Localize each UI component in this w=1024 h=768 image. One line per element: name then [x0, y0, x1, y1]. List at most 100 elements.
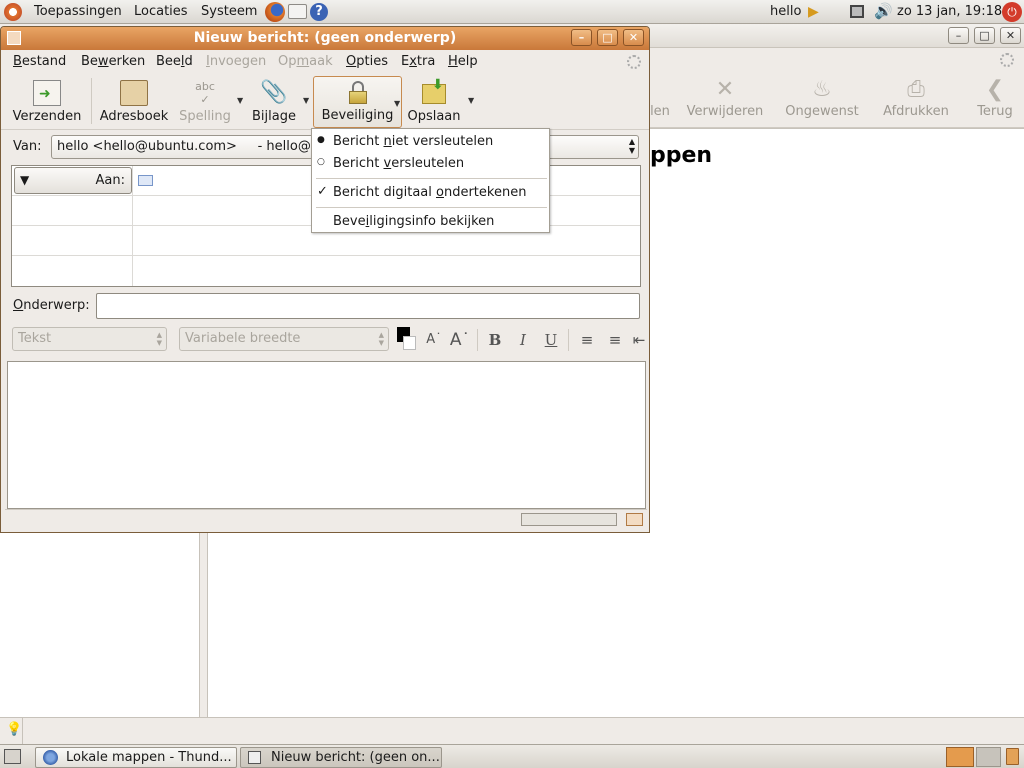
- text-color-picker[interactable]: [397, 327, 417, 351]
- security-status-icon[interactable]: [626, 513, 643, 526]
- delete-x-icon: ✕: [715, 77, 735, 102]
- volume-icon[interactable]: 🔊: [874, 2, 893, 20]
- select-arrows-icon: ▲ ▼: [628, 137, 635, 155]
- menu-help[interactable]: Help: [448, 54, 478, 69]
- select-arrows-icon: ▲ ▼: [378, 331, 384, 347]
- update-notifier-icon[interactable]: ▶: [808, 4, 819, 20]
- trash-icon[interactable]: [1006, 748, 1019, 765]
- attachment-button[interactable]: 📎 Bijlage: [247, 76, 301, 128]
- junk-button[interactable]: ♨ Ongewenst: [782, 72, 862, 128]
- recipient-row[interactable]: [12, 256, 640, 286]
- subject-row: Onderwerp:: [1, 289, 649, 323]
- to-label: Aan:: [95, 173, 125, 188]
- network-icon[interactable]: [850, 5, 864, 18]
- menu-opties[interactable]: Opties: [346, 54, 388, 69]
- compose-statusbar: [5, 509, 647, 529]
- send-button[interactable]: ➜ Verzenden: [7, 76, 87, 128]
- menu-invoegen[interactable]: Invoegen: [206, 54, 266, 69]
- lock-icon: [348, 81, 367, 105]
- compose-titlebar[interactable]: Nieuw bericht: (geen onderwerp) – □ ✕: [1, 27, 649, 50]
- compose-menubar: Bestand Bewerken Beeld Invoegen Opmaak O…: [1, 50, 649, 74]
- firefox-launcher-icon[interactable]: [265, 2, 285, 22]
- partial-toolbar-button[interactable]: .len: [648, 72, 672, 128]
- places-menu[interactable]: Locaties: [134, 4, 188, 19]
- underline-icon[interactable]: U: [540, 329, 562, 351]
- recipient-type-select[interactable]: ▼ Aan:: [14, 167, 132, 194]
- mail-launcher-icon[interactable]: [288, 4, 307, 19]
- shutdown-icon[interactable]: ⏻: [1002, 2, 1022, 22]
- taskbar-item-compose[interactable]: Nieuw bericht: (geen on...: [240, 747, 442, 768]
- account-heading: ppen: [650, 143, 713, 168]
- minimize-icon[interactable]: –: [571, 29, 592, 46]
- compose-window-icon: [7, 31, 21, 45]
- attachment-label: Bijlage: [252, 109, 296, 124]
- message-body-editor[interactable]: [7, 361, 646, 509]
- user-name: hello: [770, 4, 802, 19]
- security-button[interactable]: Beveiliging ▼: [313, 76, 402, 128]
- delete-button[interactable]: ✕ Verwijderen: [684, 72, 766, 128]
- minimize-icon[interactable]: –: [948, 27, 969, 44]
- clock[interactable]: zo 13 jan, 19:18: [897, 4, 1002, 19]
- attachment-dropdown-arrow[interactable]: ▼: [303, 96, 309, 105]
- paragraph-format-select[interactable]: Tekst ▲ ▼: [12, 327, 167, 351]
- show-desktop-icon[interactable]: [4, 749, 21, 764]
- ubuntu-logo-icon[interactable]: [4, 3, 22, 21]
- junk-flame-icon: ♨: [812, 77, 832, 102]
- taskbar-item-thunderbird[interactable]: Lokale mappen - Thund...: [35, 747, 237, 768]
- print-button[interactable]: ⎙ Afdrukken: [878, 72, 954, 128]
- system-menu[interactable]: Systeem: [201, 4, 257, 19]
- workspace-switcher-active[interactable]: [946, 747, 974, 767]
- addressbook-button[interactable]: Adresboek: [97, 76, 171, 128]
- thunderbird-icon: [43, 750, 58, 765]
- numbered-list-icon[interactable]: ≡: [604, 329, 626, 351]
- select-arrows-icon: ▲ ▼: [156, 331, 162, 347]
- print-label: Afdrukken: [883, 104, 949, 119]
- close-icon[interactable]: ✕: [1000, 27, 1021, 44]
- help-launcher-icon[interactable]: ?: [310, 3, 328, 21]
- menu-beeld[interactable]: Beeld: [156, 54, 193, 69]
- font-select[interactable]: Variabele breedte ▲ ▼: [179, 327, 389, 351]
- folder-pane[interactable]: [0, 532, 200, 718]
- save-button[interactable]: ⬇ Opslaan: [405, 76, 463, 128]
- progress-bar: [521, 513, 617, 526]
- spellcheck-icon: abc ✓: [195, 80, 215, 106]
- bullet-list-icon[interactable]: ≡: [576, 329, 598, 351]
- from-label: Van:: [13, 139, 42, 154]
- menu-item-encrypt[interactable]: ○ Bericht versleutelen: [312, 153, 549, 175]
- smaller-text-icon[interactable]: A˙: [423, 329, 445, 351]
- main-statusbar: 💡: [0, 717, 1024, 745]
- paragraph-format-value: Tekst: [18, 331, 52, 346]
- menu-item-sign[interactable]: ✓ Bericht digitaal ondertekenen: [312, 182, 549, 204]
- back-button[interactable]: ❮ Terug: [974, 72, 1016, 128]
- workspace-switcher-inactive[interactable]: [976, 747, 1001, 767]
- spelling-button[interactable]: abc ✓ Spelling: [175, 76, 235, 128]
- bold-icon[interactable]: B: [484, 329, 506, 351]
- larger-text-icon[interactable]: A˙: [449, 329, 471, 351]
- delete-label: Verwijderen: [686, 104, 764, 119]
- close-icon[interactable]: ✕: [623, 29, 644, 46]
- compose-toolbar: ➜ Verzenden Adresboek abc ✓ Spelling ▼ 📎 …: [1, 74, 649, 130]
- taskbar-item-label: Lokale mappen - Thund...: [66, 750, 232, 765]
- italic-icon[interactable]: I: [512, 329, 534, 351]
- main-window-toolbar: .len ✕ Verwijderen ♨ Ongewenst ⎙ Afdrukk…: [648, 72, 1024, 128]
- save-label: Opslaan: [407, 109, 461, 124]
- addressbook-icon: [120, 80, 148, 106]
- applications-menu[interactable]: Toepassingen: [34, 4, 122, 19]
- main-window-titlebar[interactable]: – □ ✕: [648, 24, 1024, 48]
- outdent-icon[interactable]: ⇤: [632, 329, 646, 351]
- maximize-icon[interactable]: □: [974, 27, 995, 44]
- save-dropdown-arrow[interactable]: ▼: [468, 96, 474, 105]
- security-label: Beveiliging: [321, 108, 394, 123]
- menu-bestand[interactable]: Bestand: [13, 54, 66, 69]
- font-value: Variabele breedte: [185, 331, 301, 346]
- menu-bewerken[interactable]: Bewerken: [81, 54, 145, 69]
- subject-input[interactable]: [96, 293, 640, 319]
- security-dropdown-arrow[interactable]: ▼: [394, 99, 400, 108]
- menu-item-no-encrypt[interactable]: ● Bericht niet versleutelen: [312, 131, 549, 153]
- spelling-dropdown-arrow[interactable]: ▼: [237, 96, 243, 105]
- menu-opmaak[interactable]: Opmaak: [278, 54, 333, 69]
- format-toolbar: Tekst ▲ ▼ Variabele breedte ▲ ▼ A˙ A˙ B I …: [1, 325, 649, 355]
- menu-item-security-info[interactable]: Beveiligingsinfo bekijken: [312, 211, 549, 233]
- menu-extra[interactable]: Extra: [401, 54, 435, 69]
- maximize-icon[interactable]: □: [597, 29, 618, 46]
